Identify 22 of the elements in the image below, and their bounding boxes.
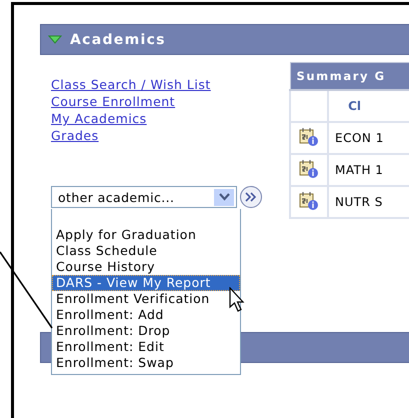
nav-link[interactable]: Class Search / Wish List (51, 76, 211, 93)
chevron-down-icon (218, 193, 230, 201)
dropdown-option[interactable]: Class Schedule (52, 243, 240, 259)
go-button[interactable] (240, 186, 262, 208)
table-title: Summary G (290, 62, 409, 90)
academic-dropdown[interactable]: other academic... (51, 186, 237, 208)
dropdown-option[interactable]: Course History (52, 259, 240, 275)
nav-link[interactable]: Grades (51, 127, 99, 144)
section-title: Academics (70, 32, 166, 48)
calendar-info-icon[interactable] (299, 190, 319, 210)
dropdown-option[interactable]: DARS - View My Report (52, 275, 240, 291)
dropdown-option[interactable]: Enrollment: Swap (52, 355, 240, 371)
section-header-bar[interactable]: Academics (40, 24, 409, 55)
calendar-info-icon[interactable] (299, 126, 319, 146)
calendar-info-icon[interactable] (299, 158, 319, 178)
double-chevron-icon (245, 192, 257, 202)
dropdown-option[interactable]: Enrollment: Drop (52, 323, 240, 339)
dropdown-option[interactable]: Apply for Graduation (52, 227, 240, 243)
dropdown-option[interactable]: Enrollment: Edit (52, 339, 240, 355)
nav-link[interactable]: Course Enrollment (51, 93, 176, 110)
nav-link[interactable]: My Academics (51, 110, 147, 127)
dropdown-option[interactable]: Enrollment: Add (52, 307, 240, 323)
